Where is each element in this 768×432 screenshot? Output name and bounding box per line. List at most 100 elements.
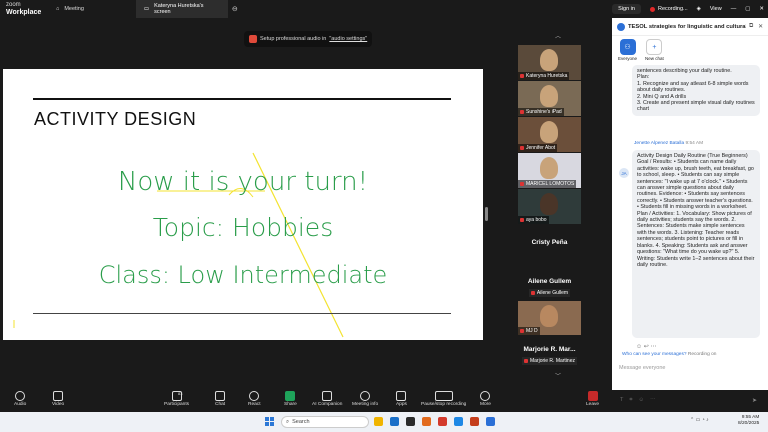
heart-icon <box>249 391 260 401</box>
toolbar-label: Chat <box>215 402 226 407</box>
chat-button[interactable]: Chat <box>215 391 225 407</box>
mic-muted-icon <box>530 291 535 295</box>
video-tile[interactable]: aya bobo <box>518 189 581 224</box>
participant-display-name: Ailene Gullem <box>527 278 572 285</box>
home-icon: ⌂ <box>56 6 60 12</box>
chat-input[interactable]: Message everyone <box>617 362 763 390</box>
close-icon[interactable]: ✕ <box>758 24 763 30</box>
system-tray[interactable]: ⌃ ▭ ◔ ♪ <box>690 417 709 423</box>
react-button[interactable]: React <box>248 391 261 407</box>
microphone-icon <box>15 391 26 401</box>
recording-indicator[interactable]: Recording... <box>649 6 688 12</box>
screenshot-icon[interactable]: ⌗ <box>629 397 632 404</box>
send-icon[interactable]: ➤ <box>752 397 757 404</box>
store-icon[interactable] <box>454 417 463 426</box>
slide-line-turn: Now it is your turn! <box>117 167 369 197</box>
formatting-bar: T ⌗ ☺ ⋯ <box>620 397 656 404</box>
video-tile[interactable]: MARICEL LOMOTOS <box>518 153 581 188</box>
presentation-slide: ACTIVITY DESIGN Now it is your turn! Top… <box>3 69 483 340</box>
clock-date: 8/20/2025 <box>738 421 760 426</box>
plus-icon: + <box>646 39 663 55</box>
chat-title: TESOL strategies for linguistic and cult… <box>628 23 746 30</box>
group-icon <box>617 22 625 31</box>
tab-screen-share[interactable]: ▭ Kateryna Huretska's screen <box>135 0 228 18</box>
taskbar-clock[interactable]: 9:55 AM 8/20/2025 <box>738 415 759 427</box>
meeting-info-button[interactable]: Meeting info <box>352 391 378 407</box>
toolbar-label: More <box>480 402 491 407</box>
participant-display-name: Cristy Peña <box>531 239 568 246</box>
tab-label: Kateryna Huretska's screen <box>154 3 204 15</box>
participants-button[interactable]: 83 Participants <box>164 391 189 407</box>
video-tile[interactable]: Jennifer Abot <box>518 117 581 152</box>
shield-icon[interactable]: ◈ <box>697 6 701 12</box>
participant-name: MJ D <box>526 328 538 334</box>
close-icon[interactable]: ✕ <box>759 6 764 12</box>
video-tile[interactable]: Kateryna Huretska <box>518 45 581 80</box>
text-format-icon[interactable]: T <box>620 397 623 404</box>
minimize-icon[interactable]: — <box>731 6 737 12</box>
recording-label: Recording... <box>657 6 688 12</box>
recording-note: Recording on <box>687 352 717 357</box>
visibility-link[interactable]: Who can see your messages? <box>622 352 687 357</box>
new-chat-button[interactable]: + New chat <box>645 39 664 63</box>
maximize-icon[interactable]: ▢ <box>745 6 750 12</box>
search-label: Search <box>292 419 310 425</box>
chip-label: New chat <box>645 56 664 61</box>
audio-button[interactable]: Audio <box>14 391 26 407</box>
screen-icon: ▭ <box>143 6 150 12</box>
emoji-icon[interactable]: ☺ <box>638 397 644 404</box>
reaction-icons[interactable]: ☺ ↩ ⋯ <box>636 343 657 350</box>
record-dot-icon <box>649 6 655 12</box>
chevron-down-icon[interactable]: ﹀ <box>520 371 596 380</box>
meeting-toolbar: Audio Video 83 Participants Chat React Sh… <box>0 390 612 412</box>
chip-label: Everyone <box>618 56 638 61</box>
sign-in-button[interactable]: Sign in <box>612 4 641 14</box>
windows-start-icon[interactable] <box>265 417 275 427</box>
more-button[interactable]: More <box>480 391 491 407</box>
view-button[interactable]: View <box>710 6 722 12</box>
participant-name: MARICEL LOMOTOS <box>526 181 575 187</box>
chat-everyone-button[interactable]: ⚇ Everyone <box>618 39 637 63</box>
audio-notice: Setup professional audio in "audio setti… <box>244 31 373 47</box>
apps-button[interactable]: Apps <box>396 391 407 407</box>
share-button[interactable]: Share <box>284 391 297 407</box>
video-tile[interactable]: MJ D <box>518 301 581 335</box>
zoom-taskbar-icon[interactable] <box>486 417 495 426</box>
brand-line2: Workplace <box>6 9 42 16</box>
minus-circle-icon[interactable]: ⊖ <box>232 5 238 13</box>
file-explorer-icon[interactable] <box>374 417 383 426</box>
leave-icon <box>587 391 598 401</box>
firefox-icon[interactable] <box>422 417 431 426</box>
video-button[interactable]: Video <box>52 391 64 407</box>
chevron-up-icon[interactable]: ︿ <box>520 31 596 40</box>
share-screen-icon <box>285 391 296 401</box>
participant-name: Ailene Gullem <box>536 290 569 296</box>
powerpoint-icon[interactable] <box>470 417 479 426</box>
toolbar-label: Video <box>52 402 65 407</box>
more-icon[interactable]: ⋯ <box>650 397 656 404</box>
resize-handle[interactable] <box>485 207 488 221</box>
audio-settings-link[interactable]: "audio settings" <box>329 36 367 42</box>
ai-companion-button[interactable]: AI Companion <box>312 391 342 407</box>
tab-meeting[interactable]: ⌂ Meeting <box>48 0 92 18</box>
steam-icon[interactable] <box>406 417 415 426</box>
message-visibility-note[interactable]: Who can see your messages? Recording on <box>622 352 716 357</box>
chat-panel: TESOL strategies for linguistic and cult… <box>612 18 768 404</box>
video-tile[interactable]: Sunshine's iPad <box>518 81 581 116</box>
windows-taskbar: ⌕ Search ⌃ ▭ ◔ ♪ 9:55 AM 8/20/2025 <box>0 412 768 432</box>
leave-button[interactable]: Leave <box>586 391 599 407</box>
participant-name: Jennifer Abot <box>526 145 556 151</box>
search-icon: ⌕ <box>286 418 290 425</box>
toolbar-label: Meeting info <box>352 402 379 407</box>
toolbar-label: Leave <box>586 402 600 407</box>
outlook-icon[interactable] <box>390 417 399 426</box>
pause-recording-button[interactable]: Pause/stop recording <box>421 391 466 407</box>
popout-icon[interactable]: ⧉ <box>749 23 753 30</box>
chat-bubble-icon <box>215 391 226 401</box>
info-icon <box>360 391 371 401</box>
audio-icon <box>249 35 257 43</box>
app-icon[interactable] <box>438 417 447 426</box>
notice-text: Setup professional audio in <box>260 36 327 42</box>
slide-line-class: Class: Low Intermediate <box>98 261 388 289</box>
taskbar-search[interactable]: ⌕ Search <box>281 416 369 428</box>
